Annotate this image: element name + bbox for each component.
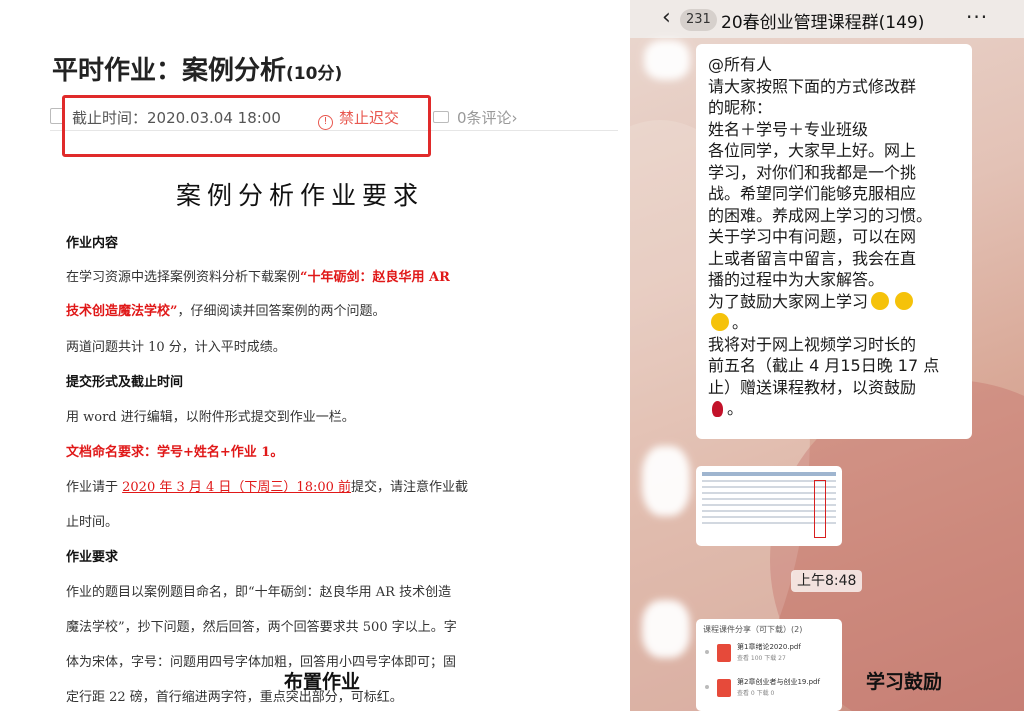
file-share-card[interactable]: 课程课件分享（可下载）(2) 第1章绪论2020.pdf 查看 100 下载 2… [696,619,842,711]
message-line: 各位同学，大家早上好。网上 [708,141,917,160]
image-message[interactable] [696,466,842,546]
fist-emoji-icon [895,291,914,310]
pdf-icon [717,679,731,697]
message-line: 战。希望同学们能够克服相应 [708,184,917,203]
file-stats: 查看 0 下载 0 [737,690,775,697]
assignment-panel: 平时作业：案例分析(10分) 截止时间：2020.03.04 18:00 ! 禁止… [0,0,630,711]
file-item[interactable]: 第1章绪论2020.pdf 查看 100 下载 27 [703,640,835,670]
more-icon[interactable]: ··· [966,5,988,29]
avatar-redacted [644,40,690,80]
message-line: 播的过程中为大家解答。 [708,270,885,289]
screenshot-toolbar [702,472,836,476]
message-text: 。 [727,399,744,418]
document-heading: 案例分析作业要求 [175,181,424,210]
file-name: 第2章创业者与创业19.pdf [737,678,820,686]
message-line: 前五名（截止 4 月15日晚 17 点 [708,356,940,375]
case-name-highlight: 技术创造魔法学校” [66,304,178,319]
message-line: 。 [708,312,960,334]
fist-emoji-icon [711,313,729,331]
case-name-highlight: “十年砺剑：赵良华用 AR [300,270,450,285]
avatar-redacted [642,600,690,658]
doc-paragraph-9: 魔法学校”，抄下问题，然后回答，两个回答要求共 500 字以上。字 [66,620,457,635]
rose-emoji-icon [712,401,723,417]
doc-paragraph-6: 作业请于 2020 年 3 月 4 日（下周三）18:00 前提交，请注意作业截 [66,476,536,495]
highlight-box [62,95,431,157]
assignment-points: (10分) [286,64,343,84]
assignment-title: 平时作业：案例分析(10分) [52,50,342,87]
doc-text: 作业请于 [66,480,123,495]
assignment-title-text: 平时作业：案例分析 [52,56,287,86]
message-line: 为了鼓励大家网上学习 [708,291,960,313]
caption-encouragement: 学习鼓励 [866,671,943,693]
doc-paragraph-1: 在学习资源中选择案例资料分析下载案例“十年砺剑：赵良华用 AR [66,266,536,285]
section-title-requirements: 作业要求 [66,550,119,565]
file-stats: 查看 100 下载 27 [737,655,786,662]
message-line: 止）赠送课程教材，以资鼓励 [708,377,917,397]
comments-count: 0条评论 [457,109,512,127]
doc-text: 提交，请注意作业截 [351,480,469,495]
comments-link[interactable]: 0条评论› [433,107,518,128]
doc-paragraph-3: 两道问题共计 10 分，计入平时成绩。 [66,340,286,355]
message-line: 姓名＋学号＋专业班级 [708,119,869,139]
doc-paragraph-2: 技术创造魔法学校”，仔细阅读并回答案例的两个问题。 [66,300,536,319]
message-line: 的困难。养成网上学习的习惯。 [708,205,933,225]
comment-icon [433,111,449,123]
message-line: 的昵称： [708,98,773,117]
highlight-box [814,480,826,538]
chat-header: ‹ 231 20春创业管理课程群(149) ··· [630,0,1024,38]
caption-assignment: 布置作业 [284,671,361,693]
section-title-submission: 提交形式及截止时间 [66,375,184,390]
message-text: 。 [732,313,749,332]
message-text: 为了鼓励大家网上学习 [708,291,869,311]
bullet-icon [705,685,709,689]
file-card-header: 课程课件分享（可下载）(2) [703,625,803,634]
message-line: 学习，对你们和我都是一个挑 [708,162,917,182]
chevron-right-icon: › [511,109,518,127]
file-name: 第1章绪论2020.pdf [737,643,801,651]
doc-paragraph-8: 作业的题目以案例题目命名，即“十年砺剑：赵良华用 AR 技术创造 [66,585,452,600]
message-line: 。 [708,398,960,420]
message-line: 请大家按照下面的方式修改群 [708,76,917,96]
message-line: 关于学习中有问题，可以在网 [708,227,917,246]
message-timestamp: 上午8:48 [791,570,863,592]
file-item[interactable]: 第2章创业者与创业19.pdf 查看 0 下载 0 [703,675,835,705]
back-icon[interactable]: ‹ [662,5,671,30]
message-line: @所有人 [708,55,773,74]
message-bubble[interactable]: @所有人 请大家按照下面的方式修改群 的昵称： 姓名＋学号＋专业班级 各位同学，… [696,44,972,439]
bullet-icon [705,650,709,654]
section-title-content: 作业内容 [66,236,119,251]
fist-emoji-icon [871,291,890,310]
chat-panel: ‹ 231 20春创业管理课程群(149) ··· @所有人 请大家按照下面的方… [630,0,1024,711]
message-line: 上或者留言中留言，我会在直 [708,248,917,268]
doc-paragraph-7: 止时间。 [66,515,119,530]
doc-paragraph-4: 用 word 进行编辑，以附件形式提交到作业一栏。 [66,410,355,425]
doc-naming-rule: 文档命名要求：学号+姓名+作业 1。 [66,445,284,460]
chat-title: 20春创业管理课程群(149) [721,13,925,33]
due-date-highlight: 2020 年 3 月 4 日（下周三）18:00 前 [122,480,352,495]
doc-text: ，仔细阅读并回答案例的两个问题。 [177,304,386,319]
avatar-redacted [642,446,690,516]
doc-text: 在学习资源中选择案例资料分析下载案例 [66,270,301,285]
pdf-icon [717,644,731,662]
message-line: 我将对于网上视频学习时长的 [708,334,917,354]
unread-badge: 231 [680,9,717,31]
